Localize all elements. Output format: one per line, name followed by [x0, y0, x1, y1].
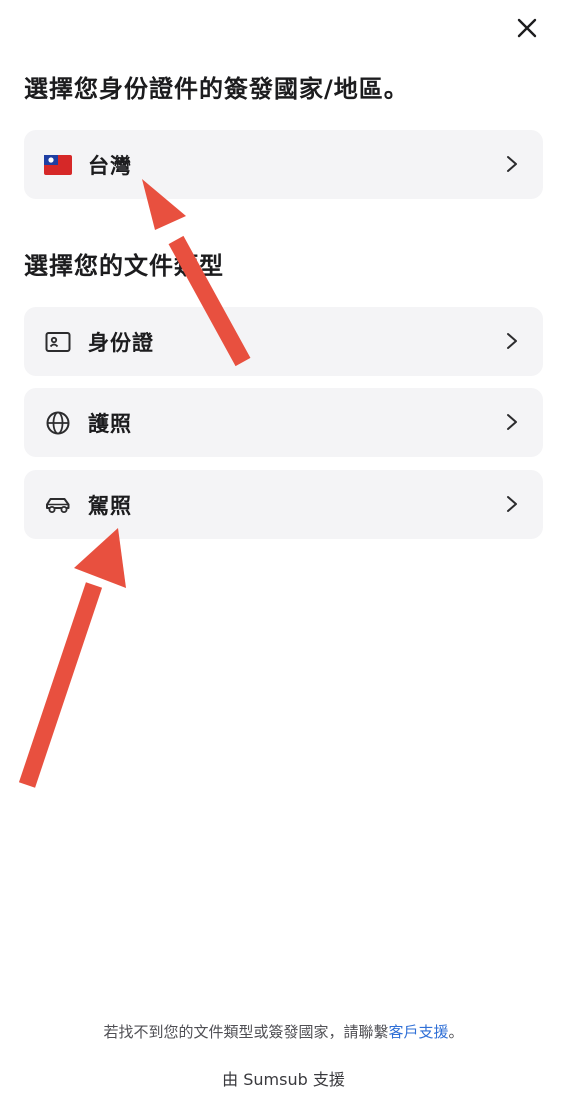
country-select[interactable]: 台灣 [24, 130, 543, 199]
annotation-arrow-license [18, 528, 126, 788]
chevron-right-icon [501, 492, 523, 516]
chevron-right-icon [501, 152, 523, 176]
help-note-suffix: 。 [448, 1023, 464, 1041]
document-option-label: 身份證 [88, 330, 154, 355]
chevron-right-icon [501, 329, 523, 353]
country-heading: 選擇您身份證件的簽發國家/地區。 [24, 75, 409, 103]
help-note: 若找不到您的文件類型或簽發國家，請聯繫客戶支援。 [0, 1021, 567, 1042]
close-icon [517, 18, 537, 38]
taiwan-flag-icon [44, 151, 72, 179]
document-option-label: 駕照 [88, 493, 132, 518]
document-option-passport[interactable]: 護照 [24, 388, 543, 457]
document-option-driver-license[interactable]: 駕照 [24, 470, 543, 539]
document-option-label: 護照 [88, 411, 132, 436]
car-icon [44, 491, 72, 519]
close-button[interactable] [513, 14, 541, 42]
document-option-id-card[interactable]: 身份證 [24, 307, 543, 376]
customer-support-link[interactable]: 客戶支援 [388, 1023, 448, 1041]
help-note-text: 若找不到您的文件類型或簽發國家，請聯繫 [103, 1023, 389, 1041]
document-type-heading: 選擇您的文件類型 [24, 252, 224, 280]
globe-icon [44, 409, 72, 437]
id-card-icon [44, 328, 72, 356]
country-label: 台灣 [88, 153, 132, 178]
powered-by: 由 Sumsub 支援 [222, 1070, 345, 1089]
chevron-right-icon [501, 410, 523, 434]
